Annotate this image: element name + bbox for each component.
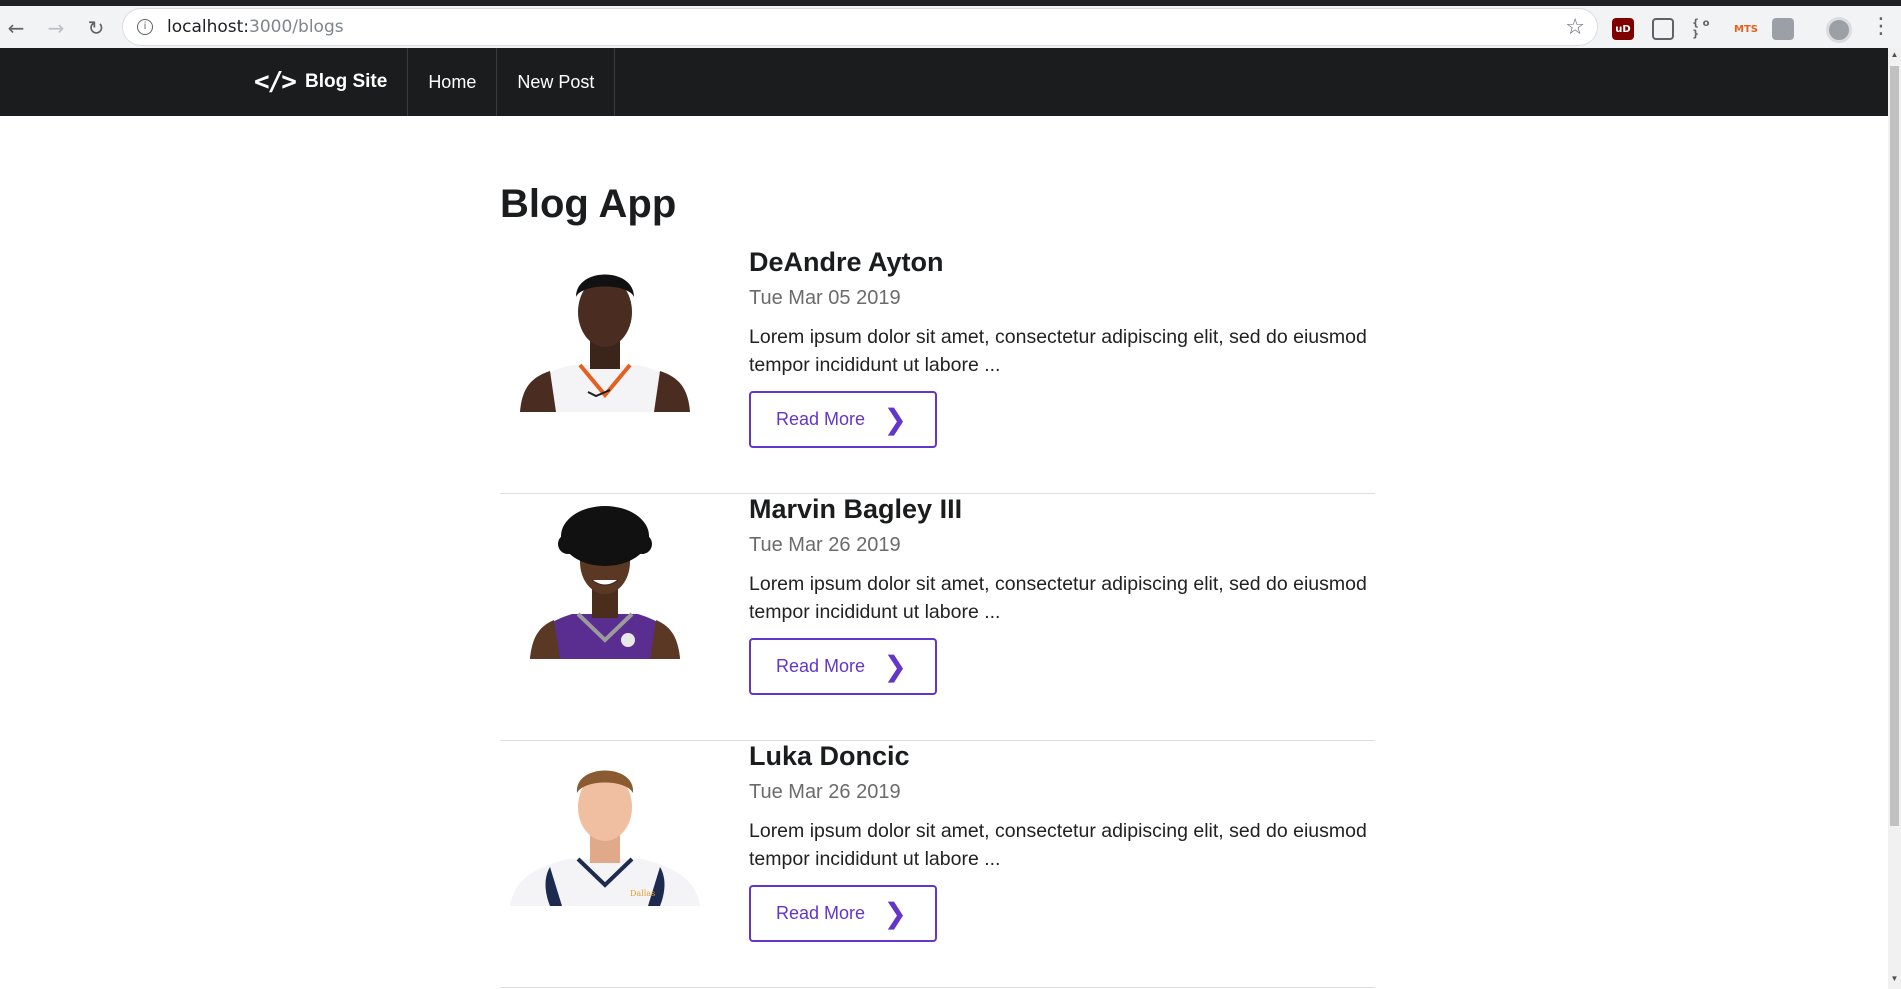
site-navbar: </> Blog Site Home New Post: [0, 48, 1888, 116]
nav-new-post[interactable]: New Post: [497, 48, 616, 116]
chevron-right-icon: ❯: [883, 650, 907, 683]
json-extension-icon[interactable]: { o }: [1692, 18, 1718, 40]
post-excerpt: Lorem ipsum dolor sit amet, consectetur …: [749, 326, 1367, 376]
read-more-label: Read More: [776, 409, 866, 429]
page-scrollbar[interactable]: ▲ ▼: [1888, 48, 1901, 989]
ublock-extension-icon[interactable]: uD: [1612, 18, 1634, 40]
brand-link[interactable]: </> Blog Site: [254, 48, 409, 116]
blog-post: Marvin Bagley III Tue Mar 26 2019 Lorem …: [500, 494, 1375, 741]
url-text: localhost:3000/blogs: [167, 17, 344, 37]
shield-extension-icon[interactable]: [1652, 18, 1674, 40]
read-more-button[interactable]: Read More ❯: [749, 638, 937, 695]
blog-post: Dallas Luka Doncic Tue Mar 26 2019 Lorem…: [500, 741, 1375, 988]
post-title[interactable]: Marvin Bagley III: [749, 494, 962, 525]
chevron-right-icon: ❯: [883, 897, 907, 930]
translate-extension-icon[interactable]: [1772, 18, 1794, 40]
read-more-label: Read More: [776, 656, 866, 676]
player-photo: [530, 506, 680, 659]
back-icon[interactable]: ←: [2, 14, 30, 42]
chevron-right-icon: ❯: [883, 403, 907, 436]
post-date: Tue Mar 26 2019: [749, 781, 901, 803]
read-more-button[interactable]: Read More ❯: [749, 885, 937, 942]
nav-home[interactable]: Home: [408, 48, 498, 116]
svg-text:Dallas: Dallas: [630, 889, 655, 898]
address-bar[interactable]: i localhost:3000/blogs ☆: [123, 9, 1597, 45]
info-icon[interactable]: i: [137, 19, 153, 35]
scroll-up-icon[interactable]: ▲: [1890, 50, 1899, 60]
post-title[interactable]: Luka Doncic: [749, 741, 910, 772]
player-photo: Dallas: [510, 770, 700, 906]
profile-avatar[interactable]: [1826, 17, 1852, 43]
browser-toolbar: ← → ↻ i localhost:3000/blogs ☆ uD { o } …: [0, 0, 1901, 48]
browser-menu-icon[interactable]: ⋮: [1870, 14, 1892, 39]
post-excerpt: Lorem ipsum dolor sit amet, consectetur …: [749, 573, 1367, 623]
read-more-label: Read More: [776, 903, 866, 923]
blog-post: DeAndre Ayton Tue Mar 05 2019 Lorem ipsu…: [500, 247, 1375, 494]
read-more-button[interactable]: Read More ❯: [749, 391, 937, 448]
page-title: Blog App: [500, 182, 677, 226]
post-excerpt: Lorem ipsum dolor sit amet, consectetur …: [749, 820, 1367, 870]
mts-extension-icon[interactable]: MTS: [1732, 18, 1760, 40]
code-icon: </>: [254, 67, 297, 97]
scroll-thumb[interactable]: [1890, 66, 1899, 826]
post-date: Tue Mar 05 2019: [749, 287, 901, 309]
brand-label: Blog Site: [304, 71, 388, 92]
scroll-down-icon[interactable]: ▼: [1890, 974, 1899, 984]
bookmark-star-icon[interactable]: ☆: [1565, 15, 1585, 40]
reload-icon[interactable]: ↻: [82, 14, 110, 42]
post-date: Tue Mar 26 2019: [749, 534, 901, 556]
forward-icon[interactable]: →: [42, 14, 70, 42]
player-photo: [520, 274, 690, 412]
post-title[interactable]: DeAndre Ayton: [749, 247, 944, 278]
